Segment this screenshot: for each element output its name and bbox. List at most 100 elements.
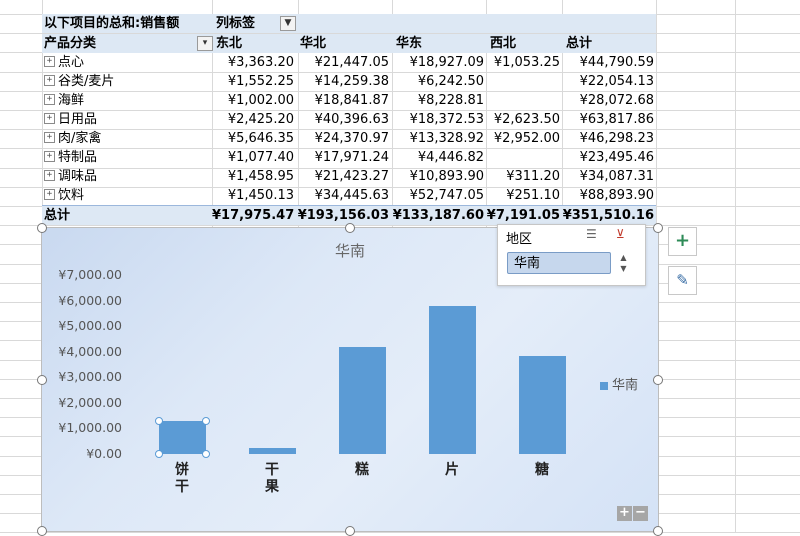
collapse-field-button[interactable]: − [633, 506, 648, 521]
pivot-value-cell[interactable] [484, 91, 560, 110]
pivot-value-cell[interactable]: ¥34,087.31 [560, 167, 654, 186]
slicer-scroll-arrows-icon[interactable]: ▲ ▼ [616, 252, 631, 274]
total-cell[interactable]: ¥7,191.05 [484, 206, 560, 225]
expand-row-icon[interactable]: + [44, 75, 55, 86]
resize-handle-top[interactable] [345, 223, 355, 233]
pivot-value-cell[interactable] [484, 148, 560, 167]
pivot-value-cell[interactable]: ¥44,790.59 [560, 53, 654, 72]
column-header: 总计 [566, 36, 593, 51]
pivot-value-cell[interactable]: ¥21,423.27 [294, 167, 389, 186]
pivot-value-cell[interactable]: ¥1,077.40 [212, 148, 294, 167]
pivot-row-label[interactable]: + 日用品 [44, 110, 97, 129]
pivot-row-label[interactable]: + 调味品 [44, 167, 97, 186]
bar-糕[interactable] [338, 346, 386, 454]
expand-row-icon[interactable]: + [44, 56, 55, 67]
pivot-value-cell[interactable]: ¥63,817.86 [560, 110, 654, 129]
expand-row-icon[interactable]: + [44, 151, 55, 162]
expand-field-button[interactable]: + [617, 506, 632, 521]
total-cell[interactable]: ¥193,156.03 [294, 206, 389, 225]
pivot-value-cell[interactable]: ¥52,747.05 [389, 186, 484, 205]
resize-handle-left[interactable] [37, 375, 47, 385]
field-buttons-zoom[interactable]: + − [616, 501, 648, 521]
pivot-value-cell[interactable]: ¥34,445.63 [294, 186, 389, 205]
column-filter-icon[interactable]: ▼ [280, 16, 296, 31]
expand-row-icon[interactable]: + [44, 94, 55, 105]
pivot-value-cell[interactable]: ¥3,363.20 [212, 53, 294, 72]
pivot-row-label[interactable]: + 肉/家禽 [44, 129, 101, 148]
pivot-value-cell[interactable]: ¥1,552.25 [212, 72, 294, 91]
bar-片[interactable] [428, 305, 476, 454]
column-header: 华北 [300, 36, 327, 51]
resize-handle-top-left[interactable] [37, 223, 47, 233]
pivot-value-cell[interactable]: ¥311.20 [484, 167, 560, 186]
total-cell[interactable]: ¥351,510.16 [560, 206, 654, 225]
resize-handle-top-right[interactable] [653, 223, 663, 233]
resize-handle-bottom[interactable] [345, 526, 355, 536]
pivot-row-label[interactable]: + 点心 [44, 53, 84, 72]
grid-row-line [0, 225, 800, 226]
pivot-value-cell[interactable]: ¥8,228.81 [389, 91, 484, 110]
data-point-handle[interactable] [154, 450, 163, 458]
pivot-header-row: 以下项目的总和:销售额 列标签 ▼ [42, 14, 656, 33]
pivot-value-cell[interactable]: ¥21,447.05 [294, 53, 389, 72]
data-point-handle[interactable] [201, 450, 210, 458]
chart-styles-brush-icon[interactable]: ✎ [668, 266, 697, 295]
multi-select-icon[interactable]: ☰ [586, 227, 597, 241]
expand-row-icon[interactable]: + [44, 189, 55, 200]
pivot-value-cell[interactable]: ¥23,495.46 [560, 148, 654, 167]
pivot-value-cell[interactable]: ¥1,458.95 [212, 167, 294, 186]
pivot-value-cell[interactable]: ¥6,242.50 [389, 72, 484, 91]
expand-row-icon[interactable]: + [44, 132, 55, 143]
pivot-value-cell[interactable]: ¥88,893.90 [560, 186, 654, 205]
pivot-value-cell[interactable]: ¥5,646.35 [212, 129, 294, 148]
chart-elements-plus-icon[interactable]: + [668, 227, 697, 256]
resize-handle-bottom-right[interactable] [653, 526, 663, 536]
pivot-value-cell[interactable]: ¥4,446.82 [389, 148, 484, 167]
pivot-row-label[interactable]: + 饮料 [44, 186, 84, 205]
pivot-row-label[interactable]: + 谷类/麦片 [44, 72, 114, 91]
pivot-value-cell[interactable]: ¥22,054.13 [560, 72, 654, 91]
pivot-value-cell[interactable]: ¥1,002.00 [212, 91, 294, 110]
bar-饼干[interactable] [158, 420, 206, 454]
resize-handle-bottom-left[interactable] [37, 526, 47, 536]
resize-handle-right[interactable] [653, 375, 663, 385]
expand-row-icon[interactable]: + [44, 170, 55, 181]
data-point-handle[interactable] [154, 416, 163, 425]
pivot-value-cell[interactable]: ¥46,298.23 [560, 129, 654, 148]
bar-干果[interactable] [248, 447, 296, 454]
pivot-value-cell[interactable]: ¥18,372.53 [389, 110, 484, 129]
pivot-value-cell[interactable]: ¥24,370.97 [294, 129, 389, 148]
row-label-text: 肉/家禽 [58, 131, 102, 146]
region-slicer[interactable]: 地区 ☰ ⊻ 华南 ▲ ▼ [497, 224, 646, 286]
pivot-row-label[interactable]: + 特制品 [44, 148, 97, 167]
clear-filter-icon[interactable]: ⊻ [616, 227, 625, 241]
pivot-value-cell[interactable]: ¥14,259.38 [294, 72, 389, 91]
pivot-row: + 肉/家禽 ¥5,646.35 ¥24,370.97 ¥13,328.92 ¥2,952… [42, 129, 656, 148]
expand-row-icon[interactable]: + [44, 113, 55, 124]
pivot-column-row: 产品分类 ▾ 东北 华北 华东 西北 总计 [42, 34, 656, 53]
pivot-value-cell[interactable]: ¥10,893.90 [389, 167, 484, 186]
pivot-value-cell[interactable]: ¥2,425.20 [212, 110, 294, 129]
total-cell[interactable]: ¥17,975.47 [212, 206, 294, 225]
pivot-value-cell[interactable]: ¥40,396.63 [294, 110, 389, 129]
pivot-row-label[interactable]: + 海鲜 [44, 91, 84, 110]
pivot-value-cell[interactable]: ¥1,450.13 [212, 186, 294, 205]
chart-legend[interactable]: 华南 [600, 374, 638, 393]
bar-糖[interactable] [518, 355, 566, 454]
total-cell[interactable]: ¥133,187.60 [389, 206, 484, 225]
row-filter-dropdown-icon[interactable]: ▾ [197, 36, 213, 51]
pivot-value-cell[interactable]: ¥18,841.87 [294, 91, 389, 110]
row-label-text: 饮料 [58, 188, 85, 203]
pivot-value-cell[interactable]: ¥2,623.50 [484, 110, 560, 129]
pivot-value-cell[interactable]: ¥17,971.24 [294, 148, 389, 167]
pivot-value-cell[interactable]: ¥251.10 [484, 186, 560, 205]
pivot-value-cell[interactable]: ¥13,328.92 [389, 129, 484, 148]
data-point-handle[interactable] [201, 416, 210, 425]
pivot-value-cell[interactable] [484, 72, 560, 91]
pivot-value-cell[interactable]: ¥2,952.00 [484, 129, 560, 148]
pivot-value-cell[interactable]: ¥18,927.09 [389, 53, 484, 72]
pivot-value-cell[interactable]: ¥28,072.68 [560, 91, 654, 110]
y-tick-label: ¥3,000.00 [58, 369, 122, 385]
slicer-item-selected[interactable]: 华南 [507, 252, 611, 274]
pivot-value-cell[interactable]: ¥1,053.25 [484, 53, 560, 72]
